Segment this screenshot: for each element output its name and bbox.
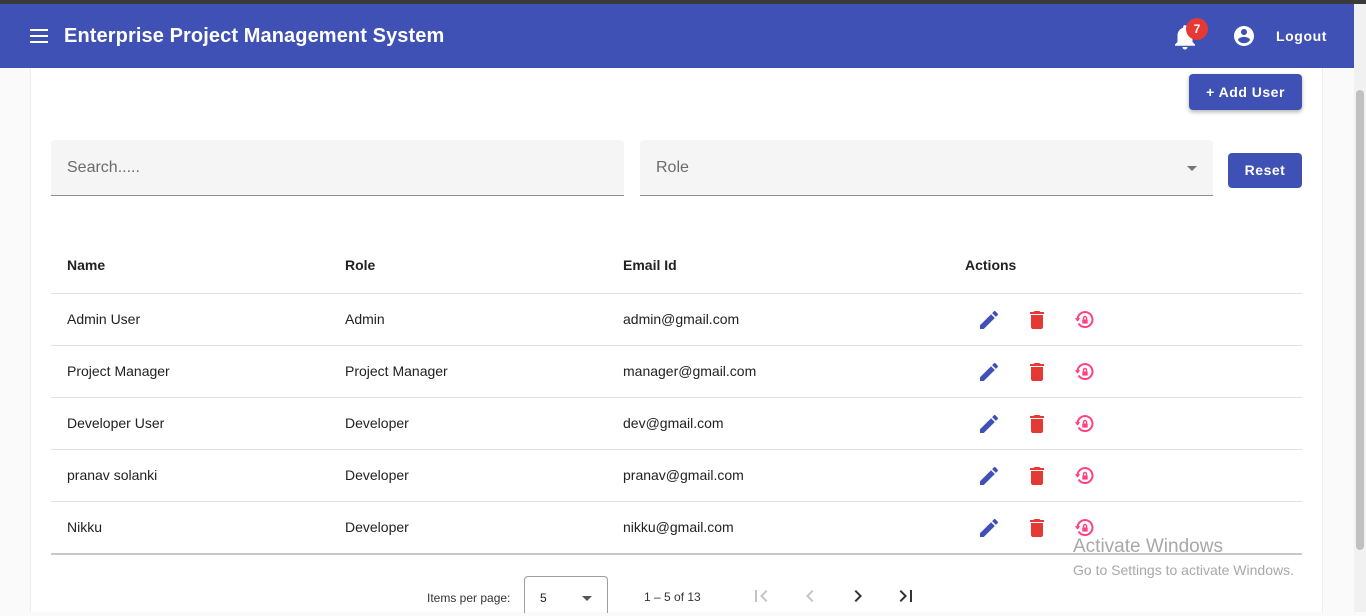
- delete-icon[interactable]: [1025, 464, 1049, 488]
- watermark-subtitle: Go to Settings to activate Windows.: [1073, 562, 1294, 578]
- notification-badge: 7: [1186, 18, 1208, 40]
- cell-role: Developer: [345, 467, 409, 483]
- column-header-email[interactable]: Email Id: [623, 257, 677, 273]
- cell-role: Developer: [345, 519, 409, 535]
- lock-reset-icon[interactable]: [1073, 412, 1097, 436]
- table-row: Developer User Developer dev@gmail.com: [51, 398, 1302, 450]
- delete-icon[interactable]: [1025, 516, 1049, 540]
- reset-button[interactable]: Reset: [1228, 153, 1302, 188]
- app-header: Enterprise Project Management System 7 L…: [0, 4, 1354, 68]
- lock-reset-icon[interactable]: [1073, 360, 1097, 384]
- lock-reset-icon[interactable]: [1073, 464, 1097, 488]
- user-management-card: + Add User Search..... Role Reset Name R…: [30, 68, 1323, 613]
- role-placeholder: Role: [656, 159, 689, 176]
- cell-name: Developer User: [67, 415, 165, 431]
- add-user-button[interactable]: + Add User: [1189, 74, 1302, 110]
- role-select[interactable]: Role: [640, 140, 1213, 196]
- cell-name: Admin User: [67, 311, 141, 327]
- edit-icon[interactable]: [977, 360, 1001, 384]
- column-header-actions: Actions: [965, 257, 1017, 273]
- table-row: Admin User Admin admin@gmail.com: [51, 294, 1302, 346]
- table-row: pranav solanki Developer pranav@gmail.co…: [51, 450, 1302, 502]
- app-title: Enterprise Project Management System: [64, 25, 445, 47]
- column-header-role[interactable]: Role: [345, 257, 375, 273]
- cell-name: Nikku: [67, 519, 103, 535]
- cell-role: Project Manager: [345, 363, 448, 379]
- delete-icon[interactable]: [1025, 308, 1049, 332]
- cell-email: admin@gmail.com: [623, 311, 740, 327]
- edit-icon[interactable]: [977, 516, 1001, 540]
- logout-button[interactable]: Logout: [1262, 22, 1341, 50]
- cell-name: Project Manager: [67, 363, 170, 379]
- cell-email: dev@gmail.com: [623, 415, 724, 431]
- delete-icon[interactable]: [1025, 412, 1049, 436]
- cell-email: nikku@gmail.com: [623, 519, 734, 535]
- search-input[interactable]: Search.....: [51, 140, 624, 196]
- page-scrollbar[interactable]: [1354, 4, 1366, 612]
- page-range-label: 1 – 5 of 13: [644, 590, 701, 604]
- next-page-icon[interactable]: [846, 584, 870, 608]
- table-row: Project Manager Project Manager manager@…: [51, 346, 1302, 398]
- cell-name: pranav solanki: [67, 467, 158, 483]
- edit-icon[interactable]: [977, 308, 1001, 332]
- account-circle-icon[interactable]: [1232, 24, 1256, 48]
- chevron-down-icon: [1187, 166, 1197, 171]
- last-page-icon[interactable]: [894, 584, 918, 608]
- edit-icon[interactable]: [977, 412, 1001, 436]
- scrollbar-thumb[interactable]: [1356, 90, 1364, 550]
- cell-email: manager@gmail.com: [623, 363, 757, 379]
- windows-activation-watermark: Activate Windows Go to Settings to activ…: [1073, 536, 1294, 578]
- items-per-page-value: 5: [540, 591, 547, 605]
- users-table: Name Role Email Id Actions Admin User Ad…: [51, 237, 1302, 555]
- watermark-title: Activate Windows: [1073, 536, 1223, 557]
- search-placeholder: Search.....: [67, 159, 140, 176]
- items-per-page-label: Items per page:: [427, 591, 511, 605]
- menu-icon[interactable]: [26, 24, 54, 48]
- delete-icon[interactable]: [1025, 360, 1049, 384]
- first-page-icon[interactable]: [749, 584, 773, 608]
- chevron-down-icon: [582, 596, 592, 601]
- table-header: Name Role Email Id Actions: [51, 237, 1302, 294]
- cell-role: Admin: [345, 311, 385, 327]
- items-per-page-select[interactable]: 5: [524, 576, 608, 613]
- cell-role: Developer: [345, 415, 409, 431]
- column-header-name[interactable]: Name: [67, 257, 105, 273]
- previous-page-icon[interactable]: [798, 584, 822, 608]
- lock-reset-icon[interactable]: [1073, 308, 1097, 332]
- cell-email: pranav@gmail.com: [623, 467, 744, 483]
- paginator: Items per page: 5 1 – 5 of 13: [31, 576, 1322, 616]
- edit-icon[interactable]: [977, 464, 1001, 488]
